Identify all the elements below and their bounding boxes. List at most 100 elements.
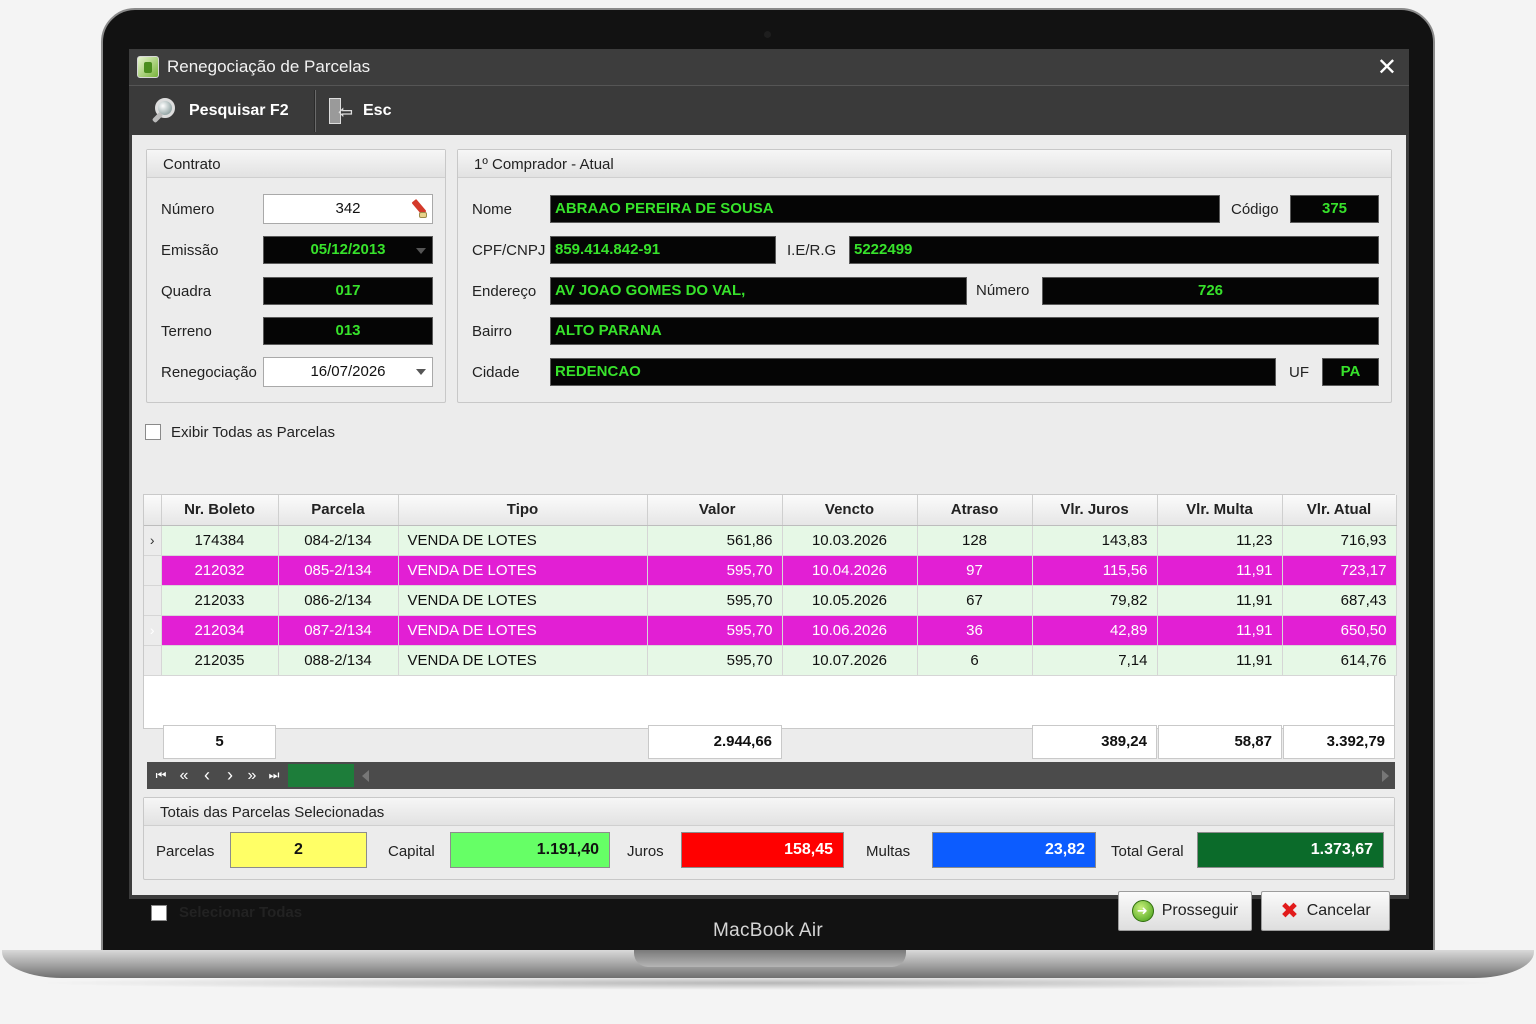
- first-record-button[interactable]: ⏮: [149, 762, 171, 789]
- table-cell: 11,91: [1157, 555, 1283, 586]
- esc-button-label: Esc: [363, 102, 392, 119]
- selecionar-todas-checkbox[interactable]: [151, 905, 167, 921]
- table-row[interactable]: › 212034 087-2/134 VENDA DE LOTES 595,70 10.0…: [144, 615, 1397, 646]
- table-cell: 10.06.2026: [782, 615, 918, 646]
- nome-label: Nome: [472, 201, 513, 218]
- scroll-right-icon[interactable]: [1382, 770, 1389, 782]
- scrollbar-thumb[interactable]: [288, 764, 354, 787]
- parcelas-table: Nr. Boleto Parcela Tipo Valor Vencto Atr…: [144, 495, 1397, 676]
- table-cell: 97: [917, 555, 1033, 586]
- selecionar-todas-label: Selecionar Todas: [179, 904, 303, 921]
- cancelar-button[interactable]: ✖ Cancelar: [1261, 891, 1390, 931]
- search-button[interactable]: Pesquisar F2: [151, 91, 289, 131]
- table-cell: VENDA DE LOTES: [398, 525, 648, 556]
- contract-number-field[interactable]: 342: [263, 194, 433, 224]
- arrow-right-circle-icon: [1131, 900, 1154, 922]
- row-indicator-icon: [144, 585, 162, 616]
- exibir-todas-checkbox[interactable]: [145, 424, 161, 440]
- toolbar: Pesquisar F2 ⇦ Esc: [129, 85, 1409, 135]
- table-cell: 11,91: [1157, 585, 1283, 616]
- close-icon[interactable]: ✕: [1377, 53, 1397, 82]
- table-cell: 10.05.2026: [782, 585, 918, 616]
- table-cell: 212033: [161, 585, 279, 616]
- table-cell: 716,93: [1282, 525, 1397, 556]
- prosseguir-button[interactable]: Prosseguir: [1118, 891, 1252, 931]
- table-cell: 085-2/134: [278, 555, 399, 586]
- eraser-icon[interactable]: [407, 198, 429, 220]
- table-cell: 212032: [161, 555, 279, 586]
- table-cell: 115,56: [1032, 555, 1158, 586]
- table-cell: VENDA DE LOTES: [398, 585, 648, 616]
- multas-value: 23,82: [932, 832, 1096, 868]
- emissao-label: Emissão: [161, 242, 219, 259]
- contrato-group: Contrato Número 342 Emissão 05/12/2013 Q…: [146, 149, 446, 403]
- magnifier-icon: [151, 96, 181, 126]
- parcelas-label: Parcelas: [156, 843, 215, 860]
- terreno-field: 013: [263, 317, 433, 345]
- column-header[interactable]: Valor: [647, 495, 783, 526]
- window-title: Renegociação de Parcelas: [167, 57, 371, 76]
- table-cell: 595,70: [647, 585, 783, 616]
- table-cell: 143,83: [1032, 525, 1158, 556]
- uf-label: UF: [1289, 364, 1309, 381]
- table-cell: 212034: [161, 615, 279, 646]
- prev-page-button[interactable]: «: [172, 762, 194, 789]
- cpf-field: 859.414.842-91: [550, 236, 776, 264]
- contract-number-value: 342: [335, 200, 361, 217]
- exit-door-icon: ⇦: [327, 96, 357, 126]
- selecionadas-group-title: Totais das Parcelas Selecionadas: [144, 798, 1394, 826]
- red-x-icon: ✖: [1280, 898, 1299, 923]
- title-bar: Renegociação de Parcelas ✕: [129, 49, 1409, 85]
- form-content: Contrato Número 342 Emissão 05/12/2013 Q…: [132, 135, 1406, 931]
- laptop-notch: [634, 950, 906, 967]
- next-page-button[interactable]: »: [240, 762, 262, 789]
- table-cell: 614,76: [1282, 645, 1397, 676]
- total-geral-label: Total Geral: [1111, 843, 1184, 860]
- capital-value: 1.191,40: [450, 832, 610, 868]
- table-cell: 10.03.2026: [782, 525, 918, 556]
- row-indicator-icon: ›: [144, 525, 162, 556]
- row-indicator-icon: [144, 645, 162, 676]
- table-row[interactable]: 212033 086-2/134 VENDA DE LOTES 595,70 10.05…: [144, 585, 1397, 616]
- search-button-label: Pesquisar F2: [189, 102, 289, 119]
- total-juros: 389,24: [1032, 725, 1157, 759]
- column-header[interactable]: Vlr. Atual: [1282, 495, 1397, 526]
- table-cell: 11,91: [1157, 615, 1283, 646]
- table-cell: 174384: [161, 525, 279, 556]
- table-row[interactable]: › 174384 084-2/134 VENDA DE LOTES 561,86 10.0…: [144, 525, 1397, 556]
- prev-record-button[interactable]: ‹: [195, 762, 217, 789]
- cpf-label: CPF/CNPJ: [472, 242, 546, 259]
- column-header[interactable]: Atraso: [917, 495, 1033, 526]
- quadra-label: Quadra: [161, 283, 212, 300]
- column-header[interactable]: Parcela: [278, 495, 399, 526]
- last-record-button[interactable]: ⏭: [262, 762, 284, 789]
- column-header[interactable]: Nr. Boleto: [161, 495, 279, 526]
- table-cell: 10.04.2026: [782, 555, 918, 586]
- column-header[interactable]: Vlr. Multa: [1157, 495, 1283, 526]
- table-row[interactable]: 212032 085-2/134 VENDA DE LOTES 595,70 10.04…: [144, 555, 1397, 586]
- emissao-date-field[interactable]: 05/12/2013: [263, 236, 433, 264]
- table-cell: VENDA DE LOTES: [398, 615, 648, 646]
- table-cell: 11,23: [1157, 525, 1283, 556]
- total-count: 5: [163, 725, 276, 759]
- total-valor: 2.944,66: [648, 725, 782, 759]
- table-cell: 11,91: [1157, 645, 1283, 676]
- table-cell: 67: [917, 585, 1033, 616]
- next-record-button[interactable]: ›: [218, 762, 240, 789]
- bairro-field: ALTO PARANA: [550, 317, 1379, 345]
- scroll-left-icon[interactable]: [362, 770, 369, 782]
- column-header[interactable]: Tipo: [398, 495, 648, 526]
- ie-label: I.E/R.G: [787, 242, 837, 259]
- table-row[interactable]: 212035 088-2/134 VENDA DE LOTES 595,70 10.07…: [144, 645, 1397, 676]
- esc-button[interactable]: ⇦ Esc: [327, 91, 391, 131]
- column-header[interactable]: Vlr. Juros: [1032, 495, 1158, 526]
- contrato-group-title: Contrato: [147, 150, 445, 178]
- table-cell: VENDA DE LOTES: [398, 555, 648, 586]
- renegociacao-date-field[interactable]: 16/07/2026: [263, 357, 433, 387]
- table-cell: 084-2/134: [278, 525, 399, 556]
- grid-body: › 174384 084-2/134 VENDA DE LOTES 561,86 10.0…: [144, 525, 1397, 676]
- column-header[interactable]: Vencto: [782, 495, 918, 526]
- juros-label: Juros: [627, 843, 664, 860]
- table-cell: 595,70: [647, 555, 783, 586]
- chevron-down-icon: [416, 369, 426, 375]
